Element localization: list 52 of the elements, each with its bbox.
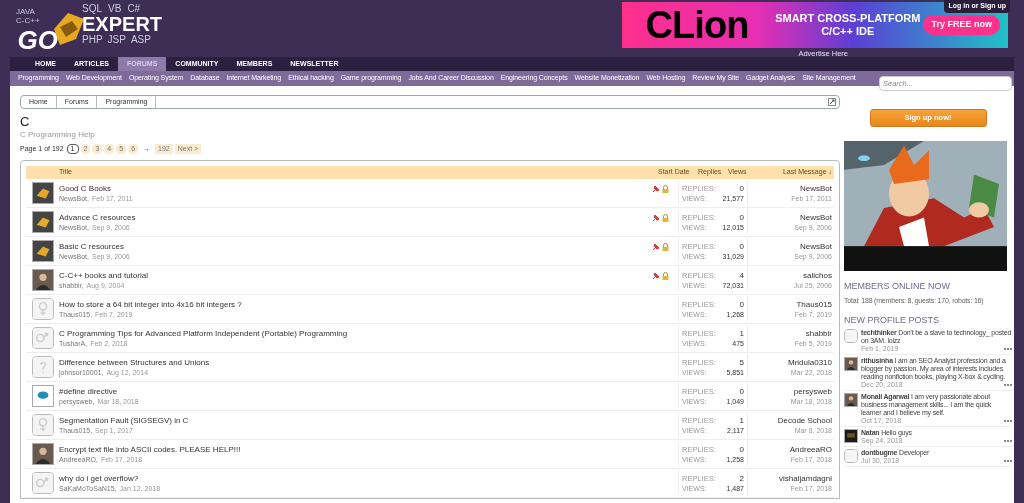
logo-text: GO xyxy=(17,27,58,53)
logo-language-label: SQL xyxy=(82,3,103,14)
last-poster-link[interactable]: persysweb xyxy=(793,385,832,397)
thread-title-link[interactable]: Segmentation Fault (SIGSEGV) in C xyxy=(59,414,652,426)
ad-product-name: CLion xyxy=(645,6,749,44)
thread-title-link[interactable]: C-C++ books and tutorial xyxy=(59,269,652,281)
last-poster-link[interactable]: AndreeaRO xyxy=(789,443,832,455)
logo-text: EXPERT xyxy=(82,14,163,34)
thread-title-link[interactable]: Encrypt text file into ASCII codes. PLEASE HELP!!! xyxy=(59,443,652,455)
last-poster-link[interactable]: shabbir xyxy=(805,327,832,339)
jump-icon[interactable] xyxy=(828,98,836,106)
logo-language-label: VB xyxy=(108,3,122,14)
thread-title-link[interactable]: why do i get overflow? xyxy=(59,472,652,484)
logo-language-label: JSP xyxy=(107,34,126,45)
last-poster-link[interactable]: vishaljamdagni xyxy=(779,472,832,484)
forum-description: C Programming Help xyxy=(20,130,96,140)
logo-language-label: ASP xyxy=(130,34,151,45)
logo-language-label: JAVA xyxy=(16,7,36,16)
ad-headline: C/C++ IDE xyxy=(821,25,875,38)
thread-title-link[interactable]: Basic C resources xyxy=(59,240,652,252)
last-poster-link[interactable]: Mridula0310 xyxy=(787,356,832,368)
logo-language-label: C# xyxy=(127,3,141,14)
thread-title-link[interactable]: Advance C resources xyxy=(59,211,652,223)
last-poster-link[interactable]: NewsBot xyxy=(800,240,832,252)
replies-count: 0 xyxy=(739,298,744,310)
section-heading: MEMBERS ONLINE NOW xyxy=(844,280,951,293)
section-heading: NEW PROFILE POSTS xyxy=(844,313,940,327)
logo-language-label: PHP xyxy=(82,34,103,45)
thread-title-link[interactable]: Difference between Structures and Unions xyxy=(59,356,652,368)
replies-count: 0 xyxy=(739,443,744,455)
last-poster-link[interactable]: Thaus015 xyxy=(796,298,832,310)
last-poster-link[interactable]: NewsBot xyxy=(800,211,832,223)
thread-title-link[interactable]: Good C Books xyxy=(59,182,652,194)
ad-cta-button[interactable]: Try FREE now xyxy=(923,15,1000,35)
replies-count: 0 xyxy=(739,385,744,397)
replies-count: 1 xyxy=(739,327,744,339)
replies-count: 0 xyxy=(739,182,744,194)
replies-count: 5 xyxy=(739,356,744,368)
ad-headline: SMART CROSS-PLATFORM xyxy=(775,12,921,25)
thread-title-link[interactable]: How to store a 64 bit integer into 4x16 bit integers ? xyxy=(59,298,652,310)
replies-count: 0 xyxy=(739,240,744,252)
replies-count: 1 xyxy=(739,414,744,426)
last-poster-link[interactable]: NewsBot xyxy=(800,182,832,194)
last-poster-link[interactable]: Decode School xyxy=(777,414,832,426)
replies-count: 2 xyxy=(739,472,744,484)
thread-title-link[interactable]: #define directive xyxy=(59,385,652,397)
replies-count: 4 xyxy=(739,269,744,281)
forum-title: C xyxy=(20,114,31,130)
logo-language-label: C-C++ xyxy=(16,16,40,25)
thread-title-link[interactable]: C Programming Tips for Advanced Platform Independent (Portable) Programming xyxy=(59,327,652,339)
last-poster-link[interactable]: salichos xyxy=(803,269,832,281)
replies-count: 0 xyxy=(739,211,744,223)
